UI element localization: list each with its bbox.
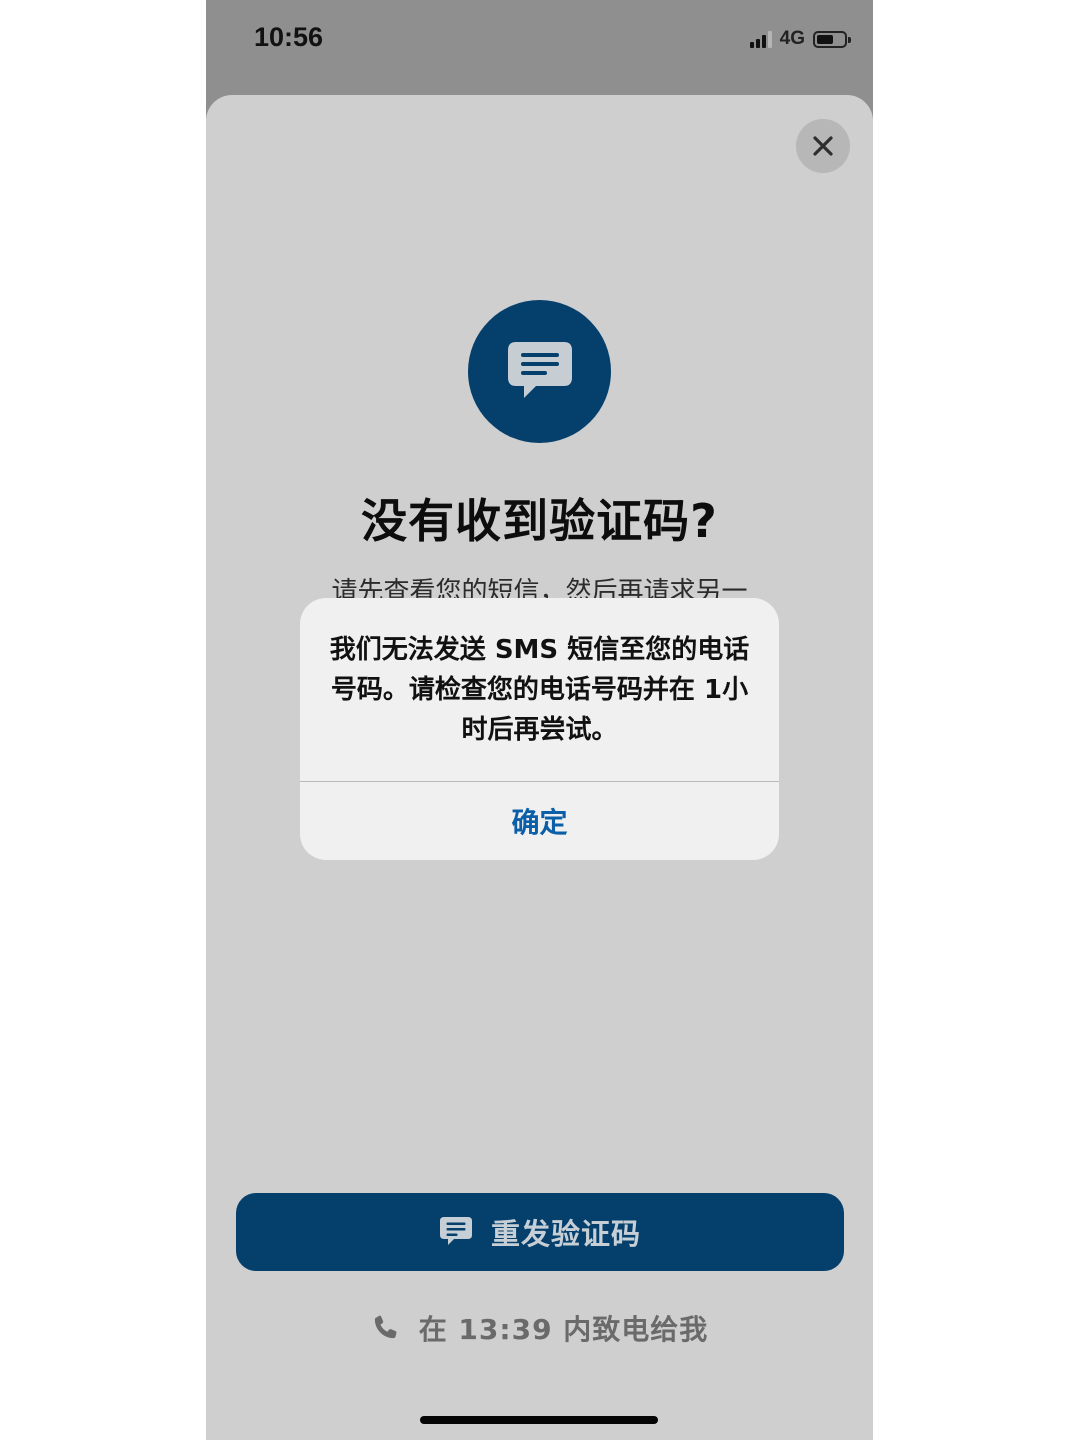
resend-code-button[interactable]: 重发验证码 <box>236 1193 844 1271</box>
message-bubble-icon <box>507 341 572 398</box>
call-me-label: 在 13:39 内致电给我 <box>418 1313 709 1346</box>
network-type: 4G <box>779 28 805 49</box>
page-description: 请先查看您的短信，然后再请求另一 <box>331 577 748 599</box>
status-bar: 10:56 4G <box>206 0 873 82</box>
page-title: 没有收到验证码? <box>361 494 718 548</box>
cellular-signal-icon <box>749 30 772 48</box>
call-me-button[interactable]: 在 13:39 内致电给我 <box>206 1300 873 1356</box>
error-alert: 我们无法发送 SMS 短信至您的电话号码。请检查您的电话号码并在 1小时后再尝试… <box>300 598 779 860</box>
phone-icon <box>374 1315 397 1339</box>
close-icon <box>813 136 833 156</box>
alert-message: 我们无法发送 SMS 短信至您的电话号码。请检查您的电话号码并在 1小时后再尝试… <box>329 635 750 745</box>
message-badge <box>468 300 611 443</box>
message-bubble-icon <box>439 1217 472 1245</box>
alert-confirm-button[interactable]: 确定 <box>300 782 779 860</box>
home-indicator <box>420 1416 658 1424</box>
status-indicators: 4G <box>749 28 851 50</box>
close-button[interactable] <box>796 119 850 173</box>
phone-screen: 10:56 4G 没有收到验证码? 请先查看您的短信，然后再请求另一 重发验证码… <box>206 0 873 1440</box>
battery-icon <box>813 30 851 48</box>
status-time: 10:56 <box>254 22 324 52</box>
resend-code-label: 重发验证码 <box>490 1217 641 1251</box>
